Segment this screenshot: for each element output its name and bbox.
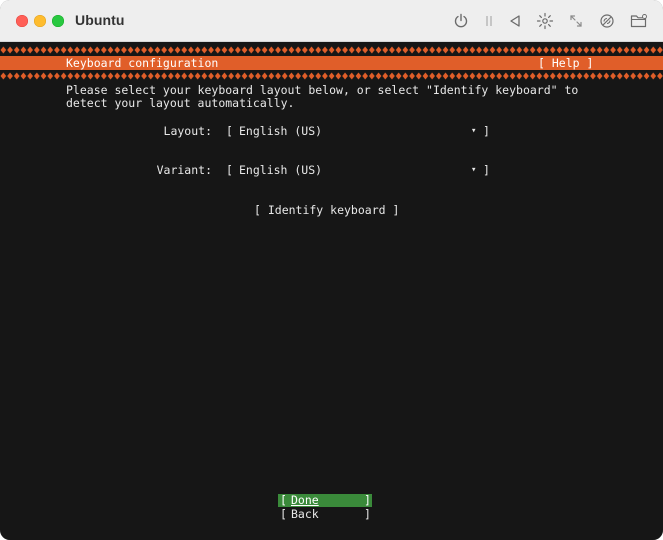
- dropdown-arrow-icon: ▾: [471, 165, 477, 175]
- minimize-window-button[interactable]: [34, 15, 46, 27]
- close-window-button[interactable]: [16, 15, 28, 27]
- back-label: Back: [291, 507, 319, 521]
- decorative-border-top: [0, 46, 663, 54]
- done-button[interactable]: [ Done ]: [278, 494, 372, 507]
- layout-bracket-open: [: [226, 124, 233, 138]
- back-button[interactable]: [ Back ]: [278, 508, 372, 521]
- vm-window: Ubuntu Keyboard configuration [Help] P…: [0, 0, 663, 540]
- power-icon[interactable]: [451, 11, 471, 31]
- zoom-window-button[interactable]: [52, 15, 64, 27]
- layout-bracket-close: ]: [483, 124, 490, 138]
- layout-value: English (US): [239, 124, 323, 138]
- brightness-icon[interactable]: [535, 11, 555, 31]
- done-bracket-close: ]: [364, 493, 371, 507]
- decorative-border-bottom: [0, 72, 663, 80]
- layout-label: Layout:: [163, 124, 212, 138]
- back-bracket-open: [: [280, 507, 287, 521]
- identify-keyboard-button[interactable]: [ Identify keyboard ]: [254, 203, 399, 217]
- dropdown-arrow-icon: ▾: [471, 126, 477, 136]
- title-bar: Ubuntu: [0, 0, 663, 42]
- done-label: Done: [291, 493, 319, 507]
- folder-icon[interactable]: [629, 11, 649, 31]
- back-bracket-close: ]: [364, 507, 371, 521]
- variant-bracket-open: [: [226, 163, 233, 177]
- variant-label: Variant:: [156, 163, 212, 177]
- network-icon[interactable]: [597, 11, 617, 31]
- instructions-text: Please select your keyboard layout below…: [66, 84, 578, 110]
- terminal-screen: Keyboard configuration [ Help ] Please s…: [0, 42, 663, 540]
- variant-value: English (US): [239, 163, 323, 177]
- done-bracket-open: [: [280, 493, 287, 507]
- back-icon[interactable]: [505, 11, 525, 31]
- window-title: Ubuntu: [75, 12, 125, 28]
- instructions-line: detect your layout automatically.: [66, 96, 295, 110]
- installer-header: Keyboard configuration [ Help ]: [0, 56, 663, 70]
- help-button[interactable]: [ Help ]: [538, 56, 593, 70]
- variant-bracket-close: ]: [483, 163, 490, 177]
- resize-icon[interactable]: [566, 11, 586, 31]
- pause-icon[interactable]: [479, 11, 499, 31]
- page-title: Keyboard configuration: [66, 56, 219, 70]
